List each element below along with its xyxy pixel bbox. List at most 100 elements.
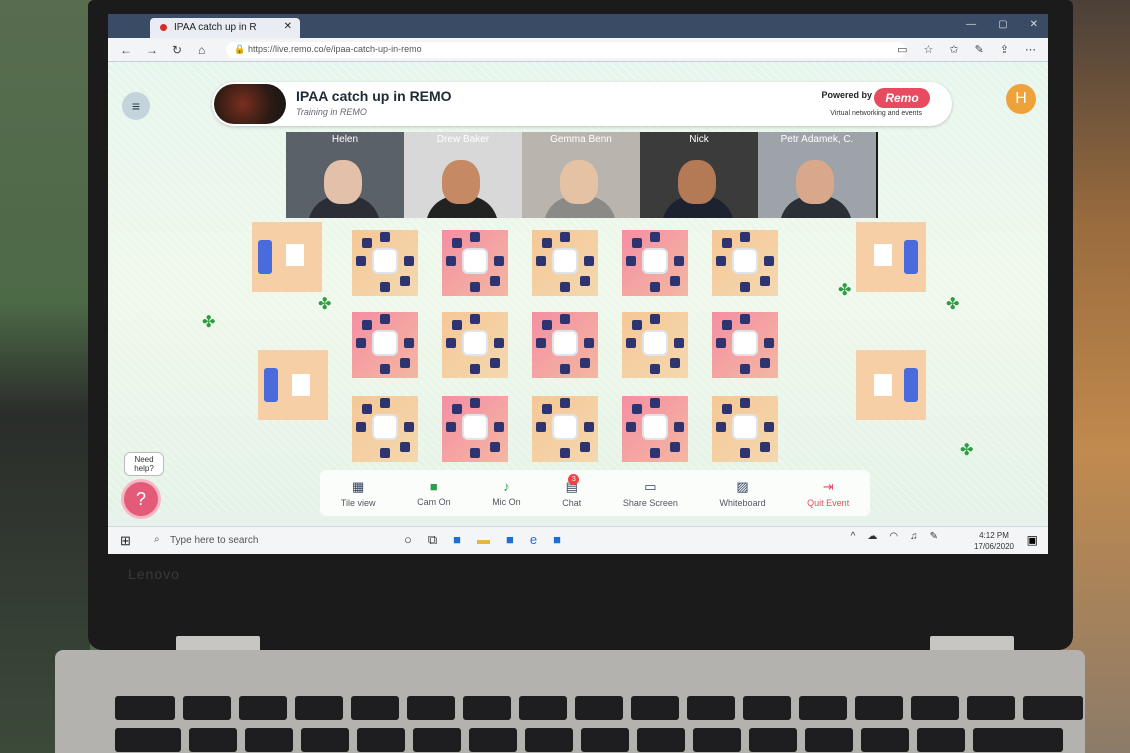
reload-icon[interactable]: ↻ <box>172 43 182 57</box>
favorite-star-icon[interactable]: ☆ <box>923 43 933 56</box>
minimize-icon[interactable]: — <box>966 19 976 30</box>
room-table <box>874 374 892 396</box>
reading-view-icon[interactable]: ▭ <box>897 43 907 56</box>
side-room[interactable] <box>856 222 926 292</box>
quit-event-button[interactable]: ⇥ Quit Event <box>807 479 849 508</box>
room-table-area[interactable] <box>526 390 604 468</box>
chair <box>560 232 570 242</box>
room-table-area[interactable] <box>706 224 784 302</box>
room-table-area[interactable] <box>706 306 784 384</box>
chair <box>670 276 680 286</box>
menu-button[interactable]: ≡ <box>122 92 150 120</box>
chair <box>490 358 500 368</box>
room-table-area[interactable] <box>436 306 514 384</box>
forward-icon[interactable]: → <box>146 43 158 57</box>
chair <box>580 442 590 452</box>
sofa <box>904 240 918 274</box>
laptop-keyboard-deck <box>55 650 1085 753</box>
room-table-area[interactable] <box>616 390 694 468</box>
onedrive-icon[interactable]: ☁ <box>867 531 877 542</box>
chair <box>584 338 594 348</box>
chair <box>584 256 594 266</box>
cortana-icon[interactable]: ○ <box>404 532 412 548</box>
exit-icon: ⇥ <box>822 478 834 494</box>
taskbar-search[interactable]: ⌕ Type here to search <box>148 531 388 551</box>
room-table-area[interactable] <box>346 224 424 302</box>
chat-button[interactable]: ▤ 3 Chat <box>562 473 582 508</box>
room-table-area[interactable] <box>346 306 424 384</box>
room-table-area[interactable] <box>616 224 694 302</box>
whiteboard-button[interactable]: ▨ Whiteboard <box>720 479 766 508</box>
back-icon[interactable]: ← <box>120 43 132 57</box>
key <box>637 728 685 752</box>
chair <box>400 442 410 452</box>
key <box>1023 696 1083 720</box>
chair <box>626 422 636 432</box>
store-icon[interactable]: ■ <box>506 532 514 548</box>
chair <box>542 320 552 330</box>
tool-label: Share Screen <box>622 497 678 508</box>
tile-view-button[interactable]: ▦ Tile view <box>341 479 376 508</box>
home-icon[interactable]: ⌂ <box>198 43 205 57</box>
share-icon[interactable]: ⇪ <box>1000 43 1009 56</box>
key <box>239 696 287 720</box>
side-room[interactable] <box>252 222 322 292</box>
browser-tab[interactable]: IPAA catch up in R ✕ <box>150 18 300 38</box>
chair <box>356 256 366 266</box>
chair <box>670 442 680 452</box>
share-screen-button[interactable]: ▭ Share Screen <box>623 479 678 508</box>
side-room[interactable] <box>856 350 926 420</box>
room-table-area[interactable] <box>616 306 694 384</box>
chair <box>400 358 410 368</box>
favorites-icon[interactable]: ✩ <box>949 43 958 56</box>
chair <box>542 404 552 414</box>
taskbar-clock[interactable]: 4:12 PM 17/06/2020 <box>974 530 1014 552</box>
edge-icon[interactable]: e <box>530 532 537 548</box>
key <box>687 696 735 720</box>
close-window-icon[interactable]: ✕ <box>1030 19 1038 30</box>
help-button[interactable]: ? <box>124 482 158 516</box>
volume-icon[interactable]: ♫ <box>910 531 918 542</box>
room-table-area[interactable] <box>436 224 514 302</box>
tab-title: IPAA catch up in R <box>174 22 257 33</box>
chair <box>580 276 590 286</box>
camera-icon: ■ <box>429 479 438 494</box>
room-table-area[interactable] <box>526 224 604 302</box>
pen-icon[interactable]: ✎ <box>975 43 984 56</box>
more-icon[interactable]: ⋯ <box>1025 43 1036 56</box>
tool-label: Whiteboard <box>719 497 766 508</box>
wifi-icon[interactable]: ◠ <box>889 531 898 542</box>
chair <box>722 320 732 330</box>
room-table-area[interactable] <box>706 390 784 468</box>
task-view-icon[interactable]: ⧉ <box>428 532 437 548</box>
participant-face <box>442 160 480 204</box>
maximize-icon[interactable]: ▢ <box>998 19 1007 30</box>
chair <box>650 282 660 292</box>
chair <box>632 320 642 330</box>
chevron-up-icon[interactable]: ^ <box>851 531 856 542</box>
room-table <box>874 244 892 266</box>
user-avatar[interactable]: H <box>1006 84 1036 114</box>
room-table-area[interactable] <box>526 306 604 384</box>
keyboard-row <box>115 728 1063 752</box>
room-table-area[interactable] <box>436 390 514 468</box>
outlook-icon[interactable]: ■ <box>453 532 461 548</box>
close-tab-icon[interactable]: ✕ <box>284 21 292 32</box>
chair <box>452 404 462 414</box>
url-field[interactable]: 🔒 https://live.remo.co/e/ipaa-catch-up-i… <box>226 42 906 58</box>
event-logo <box>214 84 286 124</box>
mic-button[interactable]: ♪ Mic On <box>492 479 521 507</box>
windows-start-icon[interactable]: ⊞ <box>120 533 131 549</box>
mail-icon[interactable]: ■ <box>553 532 561 548</box>
camera-button[interactable]: ■ Cam On <box>417 479 451 507</box>
file-explorer-icon[interactable]: ▬ <box>477 532 490 548</box>
room-table-area[interactable] <box>346 390 424 468</box>
key <box>407 696 455 720</box>
tool-label: Chat <box>562 497 582 508</box>
chair <box>764 338 774 348</box>
side-room[interactable] <box>258 350 328 420</box>
system-tray: ^ ☁ ◠ ♫ ✎ <box>851 531 938 542</box>
pen-tray-icon[interactable]: ✎ <box>930 531 938 542</box>
room-table <box>292 374 310 396</box>
notifications-icon[interactable]: ▣ <box>1027 533 1038 547</box>
